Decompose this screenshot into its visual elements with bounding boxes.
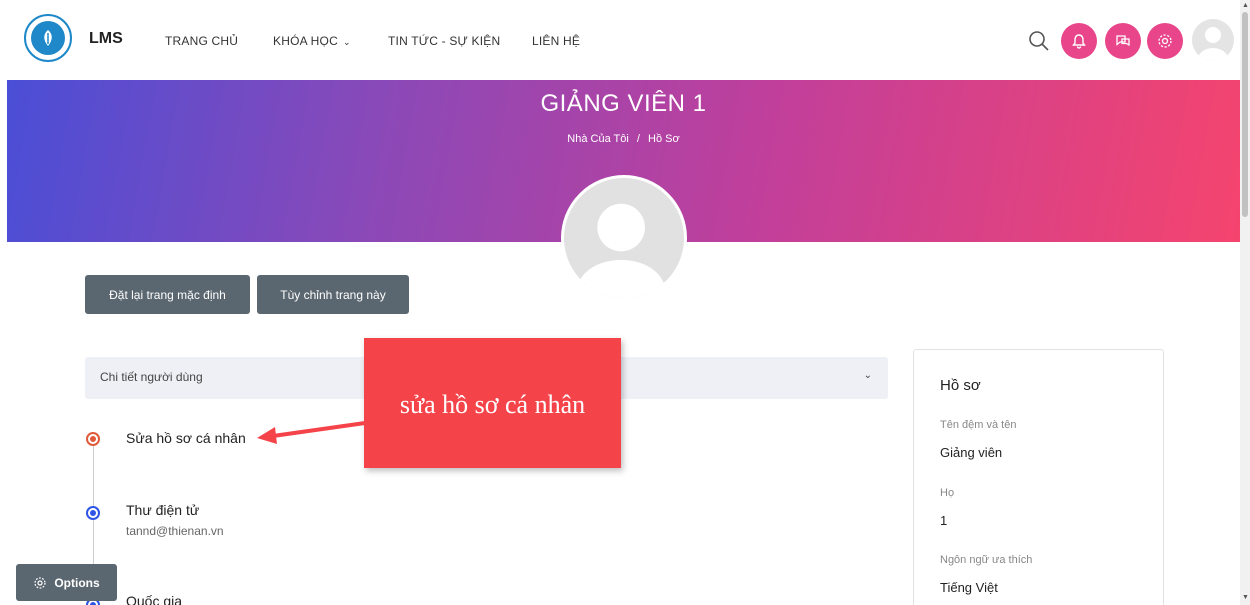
site-logo[interactable]: [24, 14, 72, 62]
timeline-dot: [86, 432, 100, 446]
edit-profile-link[interactable]: Sửa hồ sơ cá nhân: [126, 430, 246, 446]
page-scrollbar[interactable]: ▲ ▼: [1240, 0, 1250, 605]
bell-icon: [1072, 34, 1086, 49]
section-title: Chi tiết người dùng: [100, 370, 203, 384]
field-value: 1: [940, 513, 948, 528]
country-label: Quốc gia: [126, 593, 183, 605]
user-silhouette-icon: [577, 203, 665, 298]
nav-item-contact[interactable]: LIÊN HỆ: [532, 34, 580, 48]
card-title: Hồ sơ: [940, 377, 981, 394]
breadcrumb-separator: /: [636, 133, 640, 145]
breadcrumb-current: Hồ Sơ: [648, 133, 680, 145]
nav-item-courses[interactable]: KHÓA HỌC ⌄: [273, 34, 351, 48]
messages-button[interactable]: [1105, 23, 1141, 59]
nav-item-label: KHÓA HỌC: [273, 34, 338, 48]
field-label: Ngôn ngữ ưa thích: [940, 554, 1033, 566]
top-navbar: LMS TRANG CHỦ KHÓA HỌC ⌄ TIN TỨC - SỰ KIỆ…: [0, 0, 1240, 80]
options-label: Options: [54, 575, 100, 590]
notification-button[interactable]: [1061, 23, 1097, 59]
chevron-down-icon: ⌄: [342, 37, 351, 47]
customize-page-button[interactable]: Tùy chỉnh trang này: [257, 275, 409, 314]
settings-button[interactable]: [1147, 23, 1183, 59]
logo-leaf-icon: [44, 30, 52, 46]
chevron-down-icon: ⌄: [863, 370, 872, 381]
user-silhouette-icon: [1198, 27, 1228, 61]
nav-item-label: LIÊN HỆ: [532, 34, 581, 48]
nav-item-label: TIN TỨC - SỰ KIỆN: [388, 34, 501, 48]
breadcrumb: Nhà Của Tôi / Hồ Sơ: [7, 133, 1240, 145]
annotation-callout: sửa hồ sơ cá nhân: [364, 338, 621, 468]
nav-item-news-events[interactable]: TIN TỨC - SỰ KIỆN: [388, 34, 500, 48]
chat-icon: [1116, 35, 1130, 47]
user-avatar[interactable]: [1192, 19, 1234, 61]
scrollbar-thumb[interactable]: [1242, 12, 1248, 217]
page-title: GIẢNG VIÊN 1: [540, 90, 707, 117]
search-icon[interactable]: [1028, 30, 1050, 52]
email-label: Thư điện tử: [126, 502, 200, 518]
gear-icon: [1158, 34, 1172, 48]
field-value: Tiếng Việt: [940, 580, 998, 595]
breadcrumb-home-link[interactable]: Nhà Của Tôi: [567, 133, 629, 145]
profile-card: Hồ sơ Tên đệm và tên Giảng viên Họ 1 Ngô…: [913, 349, 1164, 605]
logo-emblem: [31, 21, 65, 55]
reset-page-button[interactable]: Đặt lại trang mặc định: [85, 275, 250, 314]
profile-picture: [561, 175, 687, 301]
gear-icon: [34, 576, 46, 589]
annotation-arrow-icon: [257, 421, 367, 444]
scroll-up-arrow-icon[interactable]: ▲: [1242, 2, 1249, 9]
field-value: Giảng viên: [940, 445, 1003, 460]
nav-item-label: TRANG CHỦ: [165, 34, 239, 48]
annotation-text: sửa hồ sơ cá nhân: [399, 390, 586, 419]
field-label: Tên đệm và tên: [940, 419, 1017, 431]
timeline-dot: [86, 506, 100, 520]
brand-name[interactable]: LMS: [89, 30, 123, 48]
nav-item-home[interactable]: TRANG CHỦ: [165, 34, 238, 48]
field-label: Họ: [940, 487, 955, 499]
scroll-down-arrow-icon[interactable]: ▼: [1242, 594, 1249, 601]
email-value: tannd@thienan.vn: [126, 524, 224, 538]
options-button[interactable]: Options: [16, 564, 117, 601]
